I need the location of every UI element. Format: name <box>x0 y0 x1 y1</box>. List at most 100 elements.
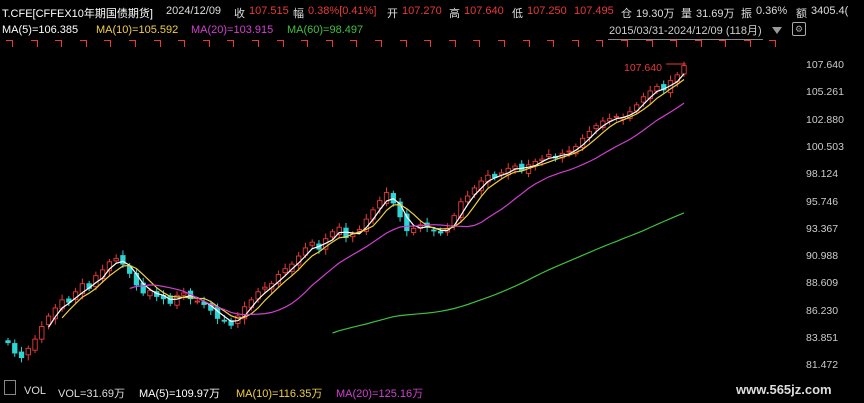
ma10-legend: MA(10)=105.592 <box>96 24 179 36</box>
candle-body <box>45 315 52 326</box>
chevron-down-icon[interactable] <box>772 27 782 34</box>
kline-chart[interactable] <box>0 52 864 380</box>
ma60-line <box>332 212 685 334</box>
price-tick-label: 100.503 <box>806 140 844 153</box>
ma5-legend: MA(5)=106.385 <box>2 24 79 36</box>
event-flag-icon[interactable] <box>522 40 530 47</box>
ma60-legend: MA(60)=98.497 <box>287 24 364 36</box>
price-tick-label: 86.230 <box>806 304 839 317</box>
candle-body <box>566 150 572 153</box>
event-flag-icon[interactable] <box>55 40 63 47</box>
quote-header: T.CFE[CFFEX10年期国债期货] 2024/12/09 收 107.51… <box>0 0 864 20</box>
high-label: 高 <box>449 8 460 20</box>
candle-body <box>681 65 687 75</box>
candle-body <box>18 351 25 359</box>
price-tick-label: 98.124 <box>806 168 839 181</box>
candle-body <box>39 325 45 340</box>
event-flag-icon[interactable] <box>276 40 284 47</box>
event-flag-icon[interactable] <box>325 40 333 47</box>
event-flag-icon[interactable] <box>375 40 382 47</box>
event-flag-icon[interactable] <box>129 40 136 47</box>
candle-body <box>194 300 200 303</box>
event-flag-icon[interactable] <box>645 40 653 47</box>
candle-body <box>262 286 268 290</box>
vol-ma20: MA(20)=125.16万 <box>336 388 424 400</box>
volume-value: 31.69万 <box>696 8 735 20</box>
event-flag-icon[interactable] <box>399 40 407 47</box>
low-value: 107.250 <box>527 5 567 17</box>
last-value: 107.495 <box>574 5 614 17</box>
open-value: 107.270 <box>402 5 442 17</box>
event-flag-icon[interactable] <box>153 40 161 47</box>
vol-value: VOL=31.69万 <box>58 388 125 400</box>
event-flag-icon[interactable] <box>6 40 13 47</box>
event-flag-icon[interactable] <box>252 40 259 47</box>
event-flag-icon[interactable] <box>104 40 112 47</box>
candle-body <box>539 158 545 161</box>
candle-body <box>181 292 187 296</box>
event-flag-icon[interactable] <box>227 40 235 47</box>
event-flag-icon[interactable] <box>768 40 776 47</box>
settings-icon[interactable]: ⚙ <box>792 22 806 36</box>
watermark: www.565jz.com <box>736 382 832 397</box>
price-tick-label: 88.609 <box>806 277 839 290</box>
amount-label: 额 <box>796 8 807 20</box>
change-label: 幅 <box>293 8 304 20</box>
event-flag-icon[interactable] <box>448 40 456 47</box>
close-value: 107.515 <box>249 5 289 17</box>
candle-body <box>613 115 620 118</box>
candle-body <box>593 125 599 130</box>
price-tick-label: 83.851 <box>806 332 839 344</box>
amplitude-label: 振 <box>741 8 752 20</box>
event-flag-icon[interactable] <box>301 40 309 47</box>
event-flag-icon[interactable] <box>621 40 628 47</box>
candle-body <box>410 227 417 233</box>
position-label: 仓 <box>621 8 632 20</box>
price-tick-label: 81.472 <box>806 359 839 372</box>
event-flag-icon[interactable] <box>670 40 678 47</box>
event-flag-icon[interactable] <box>350 40 358 47</box>
candle-body <box>12 343 18 354</box>
volume-label: 量 <box>681 8 692 20</box>
candle-body <box>282 268 288 274</box>
low-label: 低 <box>512 8 523 20</box>
price-tick-label: 90.988 <box>806 250 839 263</box>
candle-body <box>519 163 525 172</box>
event-flag-icon[interactable] <box>547 40 555 47</box>
candle-body <box>512 165 518 169</box>
candle-body <box>437 231 444 234</box>
event-flag-icon[interactable] <box>202 40 210 47</box>
event-flag-icon[interactable] <box>719 40 727 47</box>
price-tick-label: 102.880 <box>806 113 844 126</box>
event-flag-icon[interactable] <box>744 40 751 47</box>
event-flag-icon[interactable] <box>424 40 432 47</box>
price-tick-label: 105.261 <box>806 86 844 99</box>
ma20-legend: MA(20)=103.915 <box>191 24 274 36</box>
event-flag-icon[interactable] <box>473 40 481 47</box>
event-flag-icon[interactable] <box>694 40 702 47</box>
quote-date: 2024/12/09 <box>166 5 222 17</box>
event-flag-icon[interactable] <box>178 40 186 47</box>
open-label: 开 <box>387 8 398 20</box>
change-value: 0.38%[0.41%] <box>308 5 377 17</box>
price-tick-label: 107.640 <box>806 59 844 71</box>
amount-value: 3405.4( <box>811 5 849 17</box>
event-flag-icon[interactable] <box>79 40 87 47</box>
candle-body <box>147 290 153 297</box>
position-value: 19.30万 <box>636 8 675 20</box>
event-flag-icon[interactable] <box>30 40 38 47</box>
event-flag-icon[interactable] <box>596 40 604 47</box>
candle-body <box>546 154 552 157</box>
event-flag-icon[interactable] <box>571 40 579 47</box>
amplitude-value: 0.36% <box>756 5 788 17</box>
event-flag-icon[interactable] <box>498 40 505 47</box>
high-value: 107.640 <box>464 5 504 17</box>
candle-body <box>640 96 647 103</box>
candle-body <box>431 229 437 232</box>
candle-body <box>329 231 336 238</box>
candle-body <box>32 338 38 351</box>
price-tick-label: 93.367 <box>806 222 839 235</box>
vol-ma5: MA(5)=109.97万 <box>139 388 221 400</box>
close-label: 收 <box>234 8 245 20</box>
event-flags <box>0 38 800 52</box>
